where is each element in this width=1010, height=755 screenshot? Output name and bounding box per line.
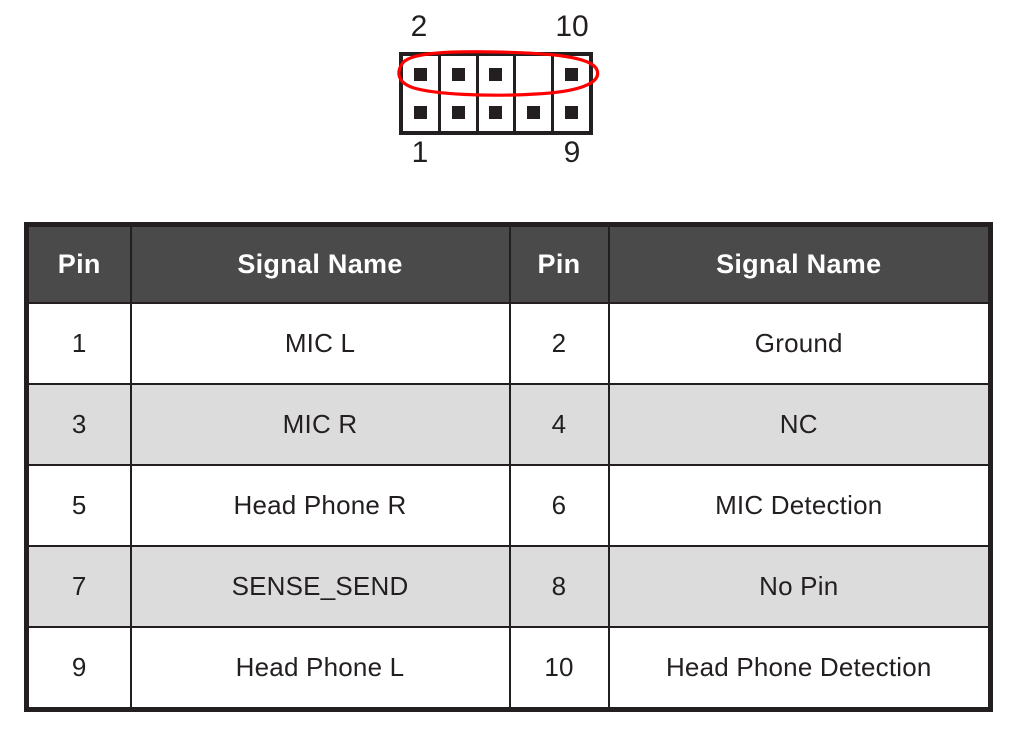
connector-cell-bottom-5 <box>554 94 589 132</box>
connector-cell-bottom-2 <box>441 94 476 132</box>
cell-signal-right: Head Phone Detection <box>607 626 992 711</box>
connector-cell-top-5 <box>554 56 589 94</box>
connector-column-2 <box>441 56 479 131</box>
cell-signal-left: Head Phone L <box>129 626 511 711</box>
connector-body <box>399 52 593 135</box>
connector-diagram: 2 10 <box>0 0 1010 190</box>
cell-pin-right: 6 <box>508 464 610 547</box>
connector-label-bottom-right: 9 <box>563 136 581 169</box>
pin-square-9 <box>565 105 579 119</box>
pin-square-8-missing <box>527 68 540 81</box>
cell-pin-right: 8 <box>508 545 610 628</box>
connector-column-5 <box>554 56 589 131</box>
pin-square-6 <box>489 68 503 82</box>
cell-signal-right: MIC Detection <box>607 464 992 547</box>
column-header-pin-left: Pin <box>25 223 132 304</box>
connector-cell-top-2 <box>441 56 476 94</box>
table-row: 1 MIC L 2 Ground <box>25 302 992 385</box>
column-header-pin-right: Pin <box>508 223 610 304</box>
cell-signal-left: MIC L <box>129 302 511 385</box>
connector-label-top-left: 2 <box>410 10 428 43</box>
pin-square-7 <box>527 105 541 119</box>
pin-square-10 <box>565 68 579 82</box>
cell-pin-left: 5 <box>25 464 132 547</box>
pinout-table: Pin Signal Name Pin Signal Name 1 MIC L … <box>24 222 993 712</box>
cell-pin-left: 9 <box>25 626 132 711</box>
cell-signal-left: Head Phone R <box>129 464 511 547</box>
pin-square-1 <box>413 105 427 119</box>
cell-signal-right: No Pin <box>607 545 992 628</box>
cell-signal-right: Ground <box>607 302 992 385</box>
table-row: 7 SENSE_SEND 8 No Pin <box>25 545 992 628</box>
connector-column-1 <box>403 56 441 131</box>
column-header-signal-left: Signal Name <box>129 223 511 304</box>
pin-square-2 <box>413 68 427 82</box>
cell-signal-left: SENSE_SEND <box>129 545 511 628</box>
table-header-row: Pin Signal Name Pin Signal Name <box>25 223 992 304</box>
connector-column-4 <box>516 56 555 132</box>
cell-signal-right: NC <box>607 383 992 466</box>
cell-pin-right: 4 <box>508 383 610 466</box>
connector-cell-bottom-3 <box>479 94 514 132</box>
pin-square-3 <box>451 105 465 119</box>
table-row: 9 Head Phone L 10 Head Phone Detection <box>25 626 992 711</box>
connector-cell-bottom-1 <box>403 94 438 132</box>
cell-pin-right: 10 <box>508 626 610 711</box>
cell-pin-left: 7 <box>25 545 132 628</box>
table-row: 5 Head Phone R 6 MIC Detection <box>25 464 992 547</box>
connector-cell-top-1 <box>403 56 438 94</box>
cell-pin-left: 1 <box>25 302 132 385</box>
connector-cell-bottom-4 <box>516 94 551 132</box>
connector-cell-top-3 <box>479 56 514 94</box>
cell-signal-left: MIC R <box>129 383 511 466</box>
table-row: 3 MIC R 4 NC <box>25 383 992 466</box>
pin-square-4 <box>451 68 465 82</box>
connector-cell-top-4 <box>516 56 551 94</box>
connector-label-top-right: 10 <box>555 10 589 43</box>
connector-label-bottom-left: 1 <box>411 136 429 169</box>
column-header-signal-right: Signal Name <box>607 223 992 304</box>
pin-square-5 <box>489 105 503 119</box>
cell-pin-right: 2 <box>508 302 610 385</box>
cell-pin-left: 3 <box>25 383 132 466</box>
connector-column-3 <box>479 56 517 131</box>
